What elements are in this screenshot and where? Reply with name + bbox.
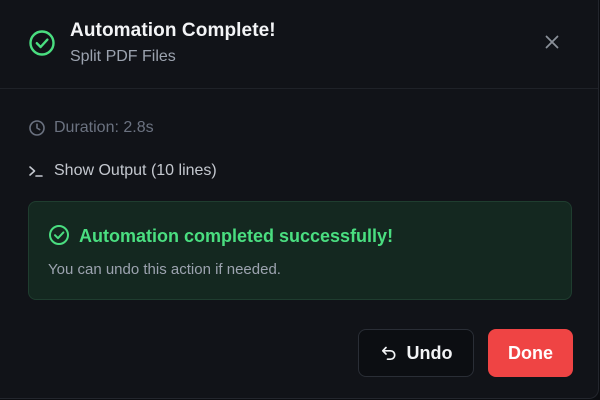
terminal-icon xyxy=(28,163,54,179)
done-button[interactable]: Done xyxy=(488,329,573,377)
duration-info: Duration: 2.8s xyxy=(28,118,154,138)
close-icon[interactable] xyxy=(540,30,564,54)
show-output-label: Show Output (10 lines) xyxy=(54,162,217,179)
success-alert: Automation completed successfully! You c… xyxy=(28,201,572,300)
show-output-toggle[interactable]: Show Output (10 lines) xyxy=(28,160,217,182)
check-circle-icon xyxy=(28,29,56,57)
automation-complete-dialog: Automation Complete! Split PDF Files Dur… xyxy=(0,0,599,399)
dialog-subtitle: Split PDF Files xyxy=(70,48,176,65)
duration-text: Duration: 2.8s xyxy=(54,119,154,136)
success-message: You can undo this action if needed. xyxy=(48,261,281,278)
undo-button[interactable]: Undo xyxy=(358,329,474,377)
clock-icon xyxy=(28,119,54,137)
dialog-header: Automation Complete! Split PDF Files xyxy=(0,0,598,89)
dialog-title: Automation Complete! xyxy=(70,20,276,41)
done-label: Done xyxy=(508,342,553,363)
success-title: Automation completed successfully! xyxy=(79,226,394,246)
undo-label: Undo xyxy=(406,342,453,363)
check-circle-icon xyxy=(48,224,70,246)
undo-arrow-icon xyxy=(380,344,407,362)
